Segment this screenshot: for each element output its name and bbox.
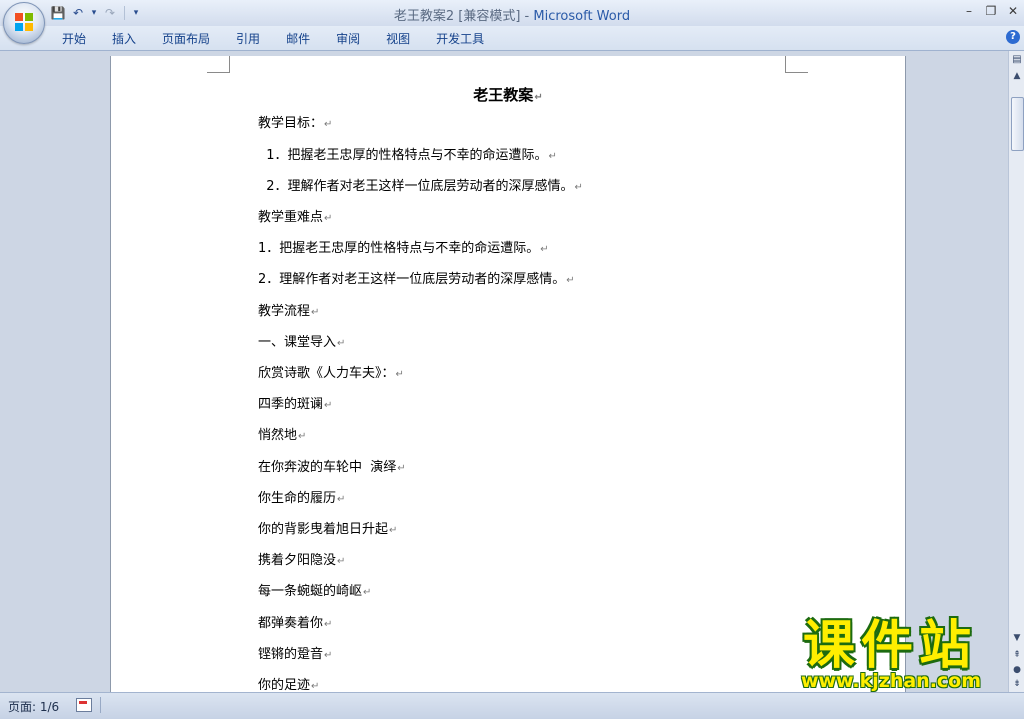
document-area[interactable]: 老王教案↵ 教学目标：↵ 1．把握老王忠厚的性格特点与不幸的命运遭际。↵ 2．理…	[0, 51, 1008, 692]
tab-view[interactable]: 视图	[374, 30, 424, 48]
office-button[interactable]	[3, 2, 45, 44]
status-separator	[100, 697, 101, 713]
page-number-indicator[interactable]: 页面: 1/6	[8, 698, 59, 715]
document-title: 老王教案↵	[473, 86, 543, 104]
watermark-text: 课件站	[802, 616, 977, 676]
tab-review[interactable]: 审阅	[324, 30, 374, 48]
crop-mark-right	[785, 56, 808, 73]
status-bar: 页面: 1/6	[0, 692, 1024, 719]
paragraph: 2．理解作者对老王这样一位底层劳动者的深厚感情。↵	[258, 179, 583, 194]
paragraph: 悄然地↵	[258, 428, 307, 443]
paragraph: 教学流程↵	[258, 304, 320, 319]
minimize-button[interactable]: –	[962, 2, 976, 20]
crop-mark-left	[207, 56, 230, 73]
paragraph: 欣赏诗歌《人力车夫》：↵	[258, 366, 404, 381]
paragraph: 携着夕阳隐没↵	[258, 553, 346, 568]
select-browse-object-icon[interactable]: ●	[1010, 663, 1024, 677]
window-controls: – ❐ ✕	[962, 2, 1020, 20]
vertical-scrollbar[interactable]: ▤ ▲ ▼ ⇞ ● ⇟	[1008, 51, 1024, 692]
help-icon[interactable]: ?	[1006, 30, 1020, 44]
paragraph: 1．把握老王忠厚的性格特点与不幸的命运遭际。↵	[258, 148, 557, 163]
tab-developer[interactable]: 开发工具	[424, 30, 498, 48]
tab-home[interactable]: 开始	[50, 30, 100, 48]
tab-mailings[interactable]: 邮件	[274, 30, 324, 48]
document-name: 老王教案2 [兼容模式] -	[393, 9, 534, 24]
title-bar: 💾 ↶ ▾ ↷ ▾ 老王教案2 [兼容模式] - Microsoft Word …	[0, 0, 1024, 44]
tab-references[interactable]: 引用	[224, 30, 274, 48]
paragraph: 你的足迹↵	[258, 678, 320, 692]
paragraph: 一、课堂导入↵	[258, 335, 346, 350]
ruler-toggle-icon[interactable]: ▤	[1010, 53, 1024, 67]
window-title: 老王教案2 [兼容模式] - Microsoft Word	[0, 5, 1024, 24]
paragraph: 每一条蜿蜒的崎岖↵	[258, 584, 372, 599]
paragraph: 1．把握老王忠厚的性格特点与不幸的命运遭际。↵	[258, 241, 549, 256]
paragraph: 在你奔波的车轮中 演绎↵	[258, 460, 406, 475]
scroll-up-icon[interactable]: ▲	[1010, 69, 1024, 83]
watermark: 课件站 www.kjzhan.com	[772, 616, 1008, 692]
paragraph: 都弹奏着你↵	[258, 616, 333, 631]
paragraph: 教学重难点↵	[258, 210, 333, 225]
watermark-url: www.kjzhan.com	[800, 670, 982, 692]
restore-button[interactable]: ❐	[984, 2, 998, 20]
paragraph: 2．理解作者对老王这样一位底层劳动者的深厚感情。↵	[258, 272, 575, 287]
document-page[interactable]: 老王教案↵ 教学目标：↵ 1．把握老王忠厚的性格特点与不幸的命运遭际。↵ 2．理…	[110, 56, 906, 692]
close-button[interactable]: ✕	[1006, 2, 1020, 20]
paragraph: 你的背影曳着旭日升起↵	[258, 522, 398, 537]
tab-page-layout[interactable]: 页面布局	[150, 30, 224, 48]
ribbon-tab-bar: 开始 插入 页面布局 引用 邮件 审阅 视图 开发工具 ?	[0, 26, 1024, 51]
office-logo-icon	[15, 13, 33, 31]
paragraph: 你生命的履历↵	[258, 491, 346, 506]
macro-recording-icon[interactable]	[76, 698, 92, 712]
app-name: Microsoft Word	[533, 9, 631, 24]
scroll-down-icon[interactable]: ▼	[1010, 631, 1024, 645]
scrollbar-thumb[interactable]	[1011, 97, 1024, 151]
tab-insert[interactable]: 插入	[100, 30, 150, 48]
paragraph: 铿锵的跫音↵	[258, 647, 333, 662]
ribbon-tabs: 开始 插入 页面布局 引用 邮件 审阅 视图 开发工具	[50, 30, 498, 48]
next-page-icon[interactable]: ⇟	[1010, 677, 1024, 691]
paragraph: 教学目标：↵	[258, 116, 333, 131]
paragraph: 四季的斑谰↵	[258, 397, 333, 412]
previous-page-icon[interactable]: ⇞	[1010, 648, 1024, 662]
